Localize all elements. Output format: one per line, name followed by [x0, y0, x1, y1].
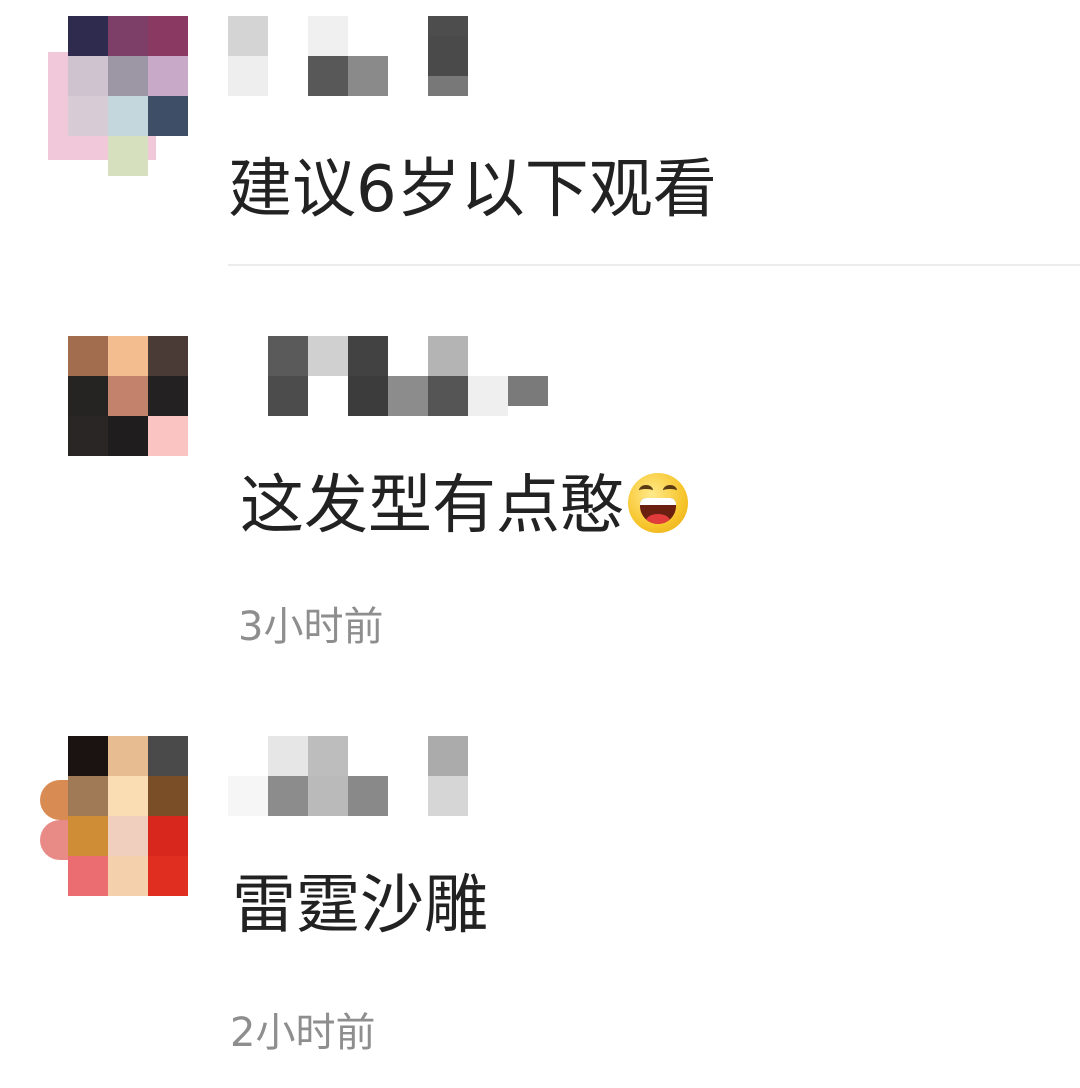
- avatar-pixel: [108, 96, 148, 136]
- avatar-pixel: [68, 776, 108, 816]
- laughing-face-icon: [628, 473, 688, 533]
- avatar-pixel: [148, 736, 188, 776]
- avatar[interactable]: [68, 736, 188, 896]
- comment-text: 建议6岁以下观看: [228, 153, 717, 227]
- avatar-pixel: [108, 816, 148, 856]
- avatar-pixel: [68, 736, 108, 776]
- avatar-pixel: [148, 96, 188, 136]
- avatar[interactable]: [68, 16, 188, 136]
- avatar-pixel: [148, 16, 188, 56]
- avatar-pixel: [108, 16, 148, 56]
- avatar-pixel: [108, 776, 148, 816]
- avatar-pixel: [108, 336, 148, 376]
- comment-item: 雷霆沙雕 2小时前: [0, 686, 1080, 1088]
- avatar-pixel: [68, 56, 108, 96]
- comment-item: 这发型有点憨 3小时前: [0, 266, 1080, 686]
- username-censored[interactable]: [228, 736, 478, 816]
- avatar-pixel: [108, 136, 148, 176]
- avatar-pixel: [68, 856, 108, 896]
- avatar[interactable]: [68, 336, 188, 456]
- avatar-pixel: [108, 736, 148, 776]
- comment-item: 建议6岁以下观看: [0, 0, 1080, 266]
- avatar-pixel: [148, 856, 188, 896]
- avatar-pixel: [148, 336, 188, 376]
- avatar-pixel: [108, 56, 148, 96]
- avatar-pixel: [68, 336, 108, 376]
- comment-text: 雷霆沙雕: [232, 869, 488, 943]
- avatar-pixel: [148, 416, 188, 456]
- avatar-pixel: [68, 96, 108, 136]
- avatar-pixel: [148, 56, 188, 96]
- avatar-pixel: [108, 416, 148, 456]
- avatar-pixel: [148, 816, 188, 856]
- comment-text-content: 这发型有点憨: [240, 469, 624, 543]
- avatar-pixel: [108, 856, 148, 896]
- timestamp: 2小时前: [230, 1010, 376, 1056]
- avatar-pixel: [40, 820, 68, 860]
- comment-text: 这发型有点憨: [240, 466, 688, 546]
- avatar-pixel: [108, 376, 148, 416]
- avatar-pixel: [68, 816, 108, 856]
- avatar-pixel: [148, 776, 188, 816]
- username-censored[interactable]: [268, 336, 558, 416]
- avatar-pixel: [68, 416, 108, 456]
- avatar-pixel: [40, 780, 68, 820]
- avatar-pixel: [68, 16, 108, 56]
- username-censored[interactable]: [228, 16, 488, 96]
- avatar-pixel: [68, 376, 108, 416]
- timestamp: 3小时前: [238, 604, 384, 650]
- avatar-pixel: [148, 376, 188, 416]
